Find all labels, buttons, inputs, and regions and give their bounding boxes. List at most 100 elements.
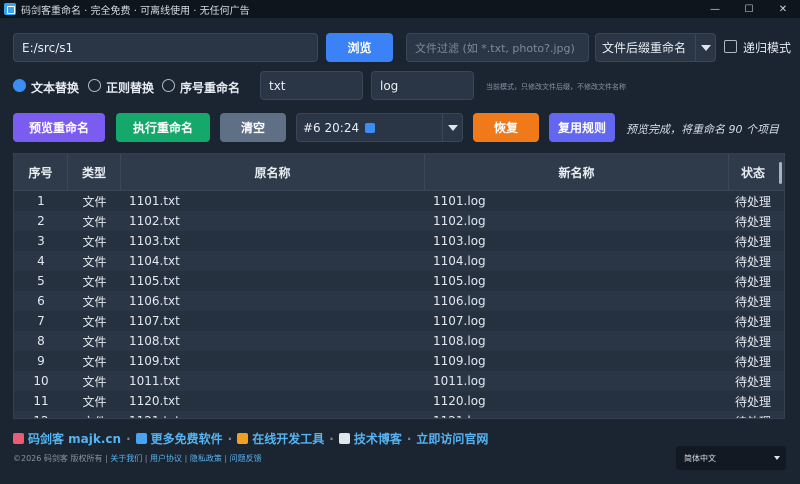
maximize-button[interactable]: ☐ [732,0,766,18]
cell-index: 2 [37,214,45,228]
language-value: 简体中文 [684,453,716,463]
cell-index: 4 [37,254,45,268]
cell-index: 8 [37,334,45,348]
recursive-checkbox[interactable] [724,40,737,53]
more-software-link[interactable]: 更多免费软件 [151,430,223,447]
radio-text-replace-label: 文本替换 [31,81,80,95]
cell-index: 1 [37,194,45,208]
radio-sequence-rename[interactable] [162,79,175,92]
header-old-name[interactable]: 原名称 [121,154,425,190]
radio-text-replace[interactable] [13,79,26,92]
document-icon [338,433,350,444]
language-select[interactable]: 简体中文 [676,446,786,470]
table-row[interactable]: 8 文件 1108.txt 1108.log 待处理 [14,331,784,351]
cell-old-name: 1121.txt [121,414,425,418]
brand-link[interactable]: 码剑客 majk.cn [28,430,121,447]
preview-button[interactable]: 预览重命名 [13,113,105,142]
mode-hint: 当前模式，只修改文件后缀，不修改文件名称 [486,83,626,91]
table-row[interactable]: 12文件1121.txt1121.log待处理 [14,411,784,419]
cell-new-name: 1109.log [433,354,486,368]
cell-new-name: 1101.log [433,194,486,208]
browse-button[interactable]: 浏览 [326,33,393,62]
cell-index: 5 [37,274,45,288]
minimize-button[interactable]: — [698,0,732,18]
cell-index: 6 [37,294,45,308]
feedback-link[interactable]: 问题反馈 [230,454,262,463]
cell-old-name: 1103.txt [129,234,180,248]
table-row[interactable]: 2 文件 1102.txt 1102.log 待处理 [14,211,784,231]
cell-old-name: 1105.txt [129,274,180,288]
cell-type: 文件 [82,214,107,229]
cell-old-name: 1106.txt [129,294,180,308]
table-body: 1 文件 1101.txt 1101.log 待处理 2 文件 1102.txt 1102.lo… [14,191,784,419]
bolt-icon [237,433,249,444]
app-icon [4,3,16,15]
table-row[interactable]: 5 文件 1105.txt 1105.log 待处理 [14,271,784,291]
table-row[interactable]: 4 文件 1104.txt 1104.log 待处理 [14,251,784,271]
header-type[interactable]: 类型 [68,154,121,190]
cell-index: 9 [37,354,45,368]
replace-input[interactable]: log [371,71,474,100]
header-new-name[interactable]: 新名称 [425,154,729,190]
rocket-icon [13,433,24,444]
about-link[interactable]: 关于我们 [110,454,142,463]
visit-site-link[interactable]: 立即访问官网 [416,430,488,447]
cell-old-name: 1109.txt [129,354,180,368]
cell-new-name: 1121.log [425,414,729,418]
table-row[interactable]: 10 文件 1011.txt 1011.log 待处理 [14,371,784,391]
cell-type: 文件 [68,413,121,419]
history-select[interactable]: #6 20:24 [296,113,463,142]
recursive-label: 递归模式 [743,41,792,55]
clear-button[interactable]: 清空 [220,113,286,142]
privacy-link[interactable]: 隐私政策 [190,454,222,463]
cell-status: 待处理 [734,194,771,209]
mode-select-value: 文件后缀重命名 [602,41,687,55]
cell-old-name: 1104.txt [129,254,180,268]
execute-button[interactable]: 执行重命名 [116,113,210,142]
cell-type: 文件 [82,194,107,209]
cell-status: 待处理 [734,274,771,289]
table-row[interactable]: 1 文件 1101.txt 1101.log 待处理 [14,191,784,211]
close-button[interactable]: ✕ [766,0,800,18]
table-row[interactable]: 6 文件 1106.txt 1106.log 待处理 [14,291,784,311]
cell-type: 文件 [82,354,107,369]
cell-status: 待处理 [734,314,771,329]
cell-old-name: 1101.txt [129,194,180,208]
refresh-icon [365,122,376,133]
cell-new-name: 1108.log [433,334,486,348]
agreement-link[interactable]: 用户协议 [150,454,182,463]
cell-type: 文件 [82,314,107,329]
tech-blog-link[interactable]: 技术博客 [354,430,402,447]
title-bar: 码剑客重命名 · 完全免费 · 可离线使用 · 无任何广告 — ☐ ✕ [0,0,800,18]
table-scrollbar[interactable] [779,162,782,184]
radio-sequence-rename-label: 序号重命名 [180,81,241,95]
table-row[interactable]: 11 文件 1120.txt 1120.log 待处理 [14,391,784,411]
table-row[interactable]: 9 文件 1109.txt 1109.log 待处理 [14,351,784,371]
find-input[interactable]: txt [260,71,363,100]
footer-legal: ©2026 码剑客 版权所有 | 关于我们 | 用户协议 | 隐私政策 | 问题… [13,454,262,463]
online-tools-link[interactable]: 在线开发工具 [252,430,324,447]
window-controls: — ☐ ✕ [698,0,800,18]
reuse-rule-button[interactable]: 复用规则 [549,113,615,142]
filter-input[interactable]: 文件过滤 (如 *.txt, photo?.jpg) [406,33,589,62]
window-title: 码剑客重命名 · 完全免费 · 可离线使用 · 无任何广告 [21,5,250,17]
cell-type: 文件 [82,234,107,249]
radio-regex-replace[interactable] [88,79,101,92]
header-status[interactable]: 状态 [729,154,777,190]
cell-index: 7 [37,314,45,328]
cell-new-name: 1107.log [433,314,486,328]
cell-new-name: 1104.log [433,254,486,268]
cell-status: 待处理 [729,413,777,419]
mode-select[interactable]: 文件后缀重命名 [595,33,716,62]
cell-index: 12 [14,414,68,418]
cell-status: 待处理 [734,334,771,349]
cell-status: 待处理 [734,294,771,309]
cell-type: 文件 [82,274,107,289]
radio-regex-replace-label: 正则替换 [106,81,155,95]
path-input[interactable]: E:/src/s1 [13,33,318,62]
header-index[interactable]: 序号 [14,154,68,190]
table-row[interactable]: 7 文件 1107.txt 1107.log 待处理 [14,311,784,331]
cell-status: 待处理 [734,354,771,369]
table-row[interactable]: 3 文件 1103.txt 1103.log 待处理 [14,231,784,251]
restore-button[interactable]: 恢复 [473,113,539,142]
